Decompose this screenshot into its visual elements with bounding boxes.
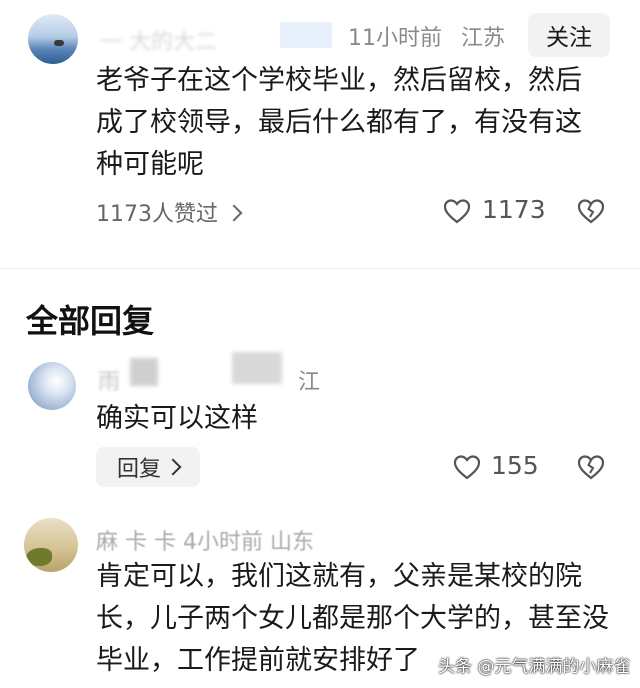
avatar[interactable] — [24, 518, 78, 572]
follow-button[interactable]: 关注 — [528, 13, 610, 57]
comment-text: 确实可以这样 — [96, 403, 258, 434]
author-name-redaction — [130, 358, 158, 386]
author-name[interactable]: 雨 — [98, 364, 120, 396]
author-name-redaction — [280, 22, 332, 48]
chevron-right-icon — [164, 458, 182, 476]
divider — [0, 268, 640, 269]
comment-location: 江 — [298, 370, 321, 395]
like-count: 155 — [491, 451, 539, 480]
section-title: 全部回复 — [26, 302, 155, 340]
avatar[interactable] — [28, 14, 78, 64]
watermark: 头条 @元气满满的小麻雀 — [438, 657, 631, 677]
comment-meta[interactable]: 麻 卡 卡 4小时前 山东 — [96, 524, 314, 556]
comment-location: 江苏 — [461, 26, 506, 51]
time-redaction — [232, 352, 282, 384]
comment-meta: 11小时前 江苏 — [348, 20, 505, 52]
reply-label: 回复 — [116, 457, 161, 482]
like-count: 1173 — [482, 195, 546, 224]
reply-button[interactable]: 回复 — [96, 447, 200, 487]
likers-label: 1173人赞过 — [96, 202, 218, 227]
broken-heart-icon[interactable] — [577, 454, 605, 480]
comment-text: 老爷子在这个学校毕业，然后留校，然后成了校领导，最后什么都有了，有没有这种可能呢 — [96, 65, 582, 180]
chevron-right-icon — [225, 204, 243, 222]
heart-icon[interactable] — [443, 198, 471, 224]
author-name[interactable]: 一 大的大二 — [100, 24, 240, 55]
comment-time: 11小时前 — [348, 26, 442, 51]
broken-heart-icon[interactable] — [577, 198, 605, 224]
likers-link[interactable]: 1173人赞过 — [96, 196, 243, 228]
heart-icon[interactable] — [453, 454, 481, 480]
avatar[interactable] — [28, 362, 76, 410]
